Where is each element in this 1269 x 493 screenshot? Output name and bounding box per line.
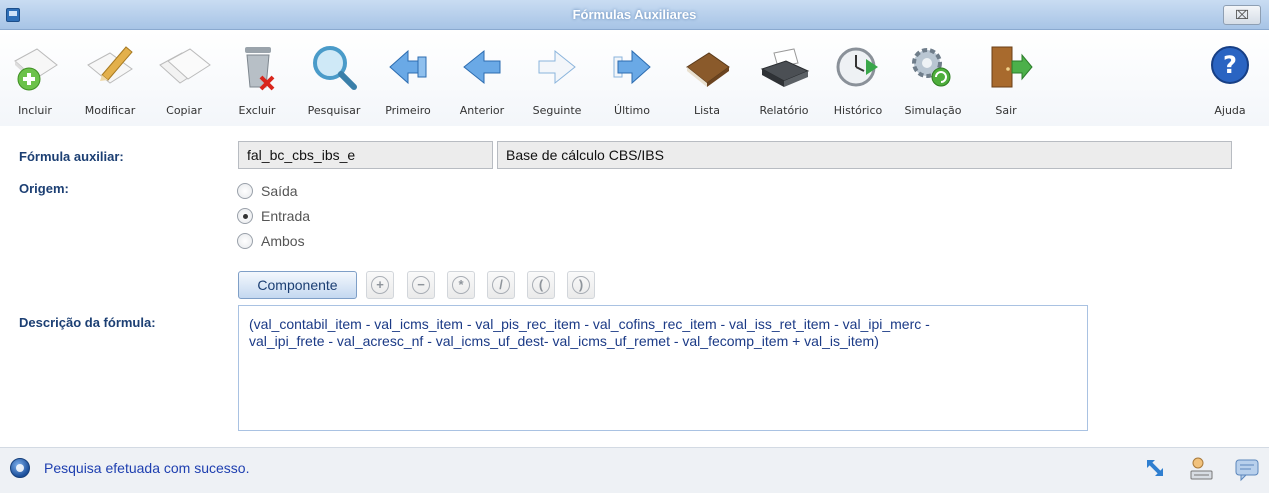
historico-label: Histórico: [833, 104, 883, 117]
toolbar: Incluir Modificar Copiar Excluir Pesquis…: [0, 31, 1269, 126]
pesquisar-label: Pesquisar: [307, 104, 361, 117]
ajuda-button[interactable]: ? Ajuda: [1195, 41, 1265, 125]
copy-pages-icon: [159, 48, 211, 84]
relatorio-button[interactable]: Relatório: [749, 41, 819, 125]
status-info-icon: [10, 458, 30, 478]
radio-saida-label: Saída: [261, 183, 298, 199]
main-window: Fórmulas Auxiliares ⌧ Incluir Modificar: [0, 0, 1269, 493]
ultimo-label: Último: [614, 104, 650, 117]
operator-divide-button[interactable]: /: [487, 271, 515, 299]
plus-icon: +: [371, 276, 389, 294]
simulacao-button[interactable]: Simulação: [898, 41, 968, 125]
modificar-label: Modificar: [84, 104, 136, 117]
seguinte-button[interactable]: Seguinte: [522, 41, 592, 125]
operator-open-paren-button[interactable]: (: [527, 271, 555, 299]
lista-label: Lista: [694, 104, 720, 117]
primeiro-button[interactable]: Primeiro: [373, 41, 443, 125]
operator-multiply-button[interactable]: *: [447, 271, 475, 299]
seguinte-label: Seguinte: [532, 104, 582, 117]
incluir-label: Incluir: [18, 104, 52, 117]
excluir-button[interactable]: Excluir: [222, 41, 292, 125]
radio-entrada[interactable]: [237, 208, 253, 224]
ultimo-button[interactable]: Último: [597, 41, 667, 125]
exit-door-icon: [991, 46, 1033, 88]
formula-label: Fórmula auxiliar:: [19, 149, 124, 164]
resize-arrow-icon[interactable]: [1143, 456, 1169, 482]
pesquisar-button[interactable]: Pesquisar: [299, 41, 369, 125]
history-clock-icon: [836, 47, 878, 87]
svg-text:?: ?: [1223, 51, 1237, 79]
search-icon: [313, 46, 357, 90]
radio-ambos[interactable]: [237, 233, 253, 249]
asterisk-icon: *: [452, 276, 470, 294]
previous-arrow-icon: [463, 49, 501, 85]
edit-pencil-icon: [87, 46, 133, 84]
printer-icon: [760, 48, 810, 87]
incluir-button[interactable]: Incluir: [0, 41, 70, 125]
excluir-label: Excluir: [238, 104, 276, 117]
title-bar: Fórmulas Auxiliares ⌧: [0, 0, 1269, 30]
open-paren-icon: (: [532, 276, 550, 294]
book-list-icon: [686, 52, 730, 87]
primeiro-label: Primeiro: [385, 104, 431, 117]
user-keyboard-icon[interactable]: [1188, 456, 1214, 482]
simulation-gears-icon: [912, 48, 951, 87]
formula-line-1: (val_contabil_item - val_icms_item - val…: [249, 316, 930, 332]
copiar-button[interactable]: Copiar: [149, 41, 219, 125]
help-icon: ?: [1211, 46, 1249, 84]
sair-button[interactable]: Sair: [971, 41, 1041, 125]
close-button[interactable]: ⌧: [1223, 5, 1261, 25]
close-paren-icon: ): [572, 276, 590, 294]
formula-description-textarea[interactable]: (val_contabil_item - val_icms_item - val…: [238, 305, 1088, 431]
formula-line-2: val_ipi_frete - val_acresc_nf - val_icms…: [249, 333, 879, 349]
first-record-icon: [389, 49, 427, 85]
radio-ambos-label: Ambos: [261, 233, 305, 249]
origem-label: Origem:: [19, 181, 69, 196]
operator-plus-button[interactable]: +: [366, 271, 394, 299]
relatorio-label: Relatório: [759, 104, 809, 117]
anterior-label: Anterior: [459, 104, 505, 117]
operator-close-paren-button[interactable]: ): [567, 271, 595, 299]
ajuda-label: Ajuda: [1214, 104, 1246, 117]
last-record-icon: [613, 49, 651, 85]
formula-code-field[interactable]: fal_bc_cbs_ibs_e: [238, 141, 493, 169]
descricao-label: Descrição da fórmula:: [19, 315, 156, 330]
status-message: Pesquisa efetuada com sucesso.: [44, 460, 250, 476]
radio-saida[interactable]: [237, 183, 253, 199]
componente-button[interactable]: Componente: [238, 271, 357, 299]
anterior-button[interactable]: Anterior: [447, 41, 517, 125]
chat-message-icon[interactable]: [1234, 456, 1260, 482]
slash-icon: /: [492, 276, 510, 294]
copiar-label: Copiar: [166, 104, 202, 117]
simulacao-label: Simulação: [904, 104, 962, 117]
lista-button[interactable]: Lista: [672, 41, 742, 125]
formula-name-field[interactable]: Base de cálculo CBS/IBS: [497, 141, 1232, 169]
next-arrow-icon: [538, 49, 576, 85]
add-document-icon: [14, 48, 58, 91]
status-bar: Pesquisa efetuada com sucesso.: [0, 447, 1269, 493]
minus-icon: −: [412, 276, 430, 294]
window-title: Fórmulas Auxiliares: [572, 7, 697, 22]
modificar-button[interactable]: Modificar: [75, 41, 145, 125]
radio-entrada-label: Entrada: [261, 208, 311, 224]
historico-button[interactable]: Histórico: [823, 41, 893, 125]
operator-minus-button[interactable]: −: [407, 271, 435, 299]
sair-label: Sair: [995, 104, 1017, 117]
trash-delete-icon: [245, 47, 275, 91]
